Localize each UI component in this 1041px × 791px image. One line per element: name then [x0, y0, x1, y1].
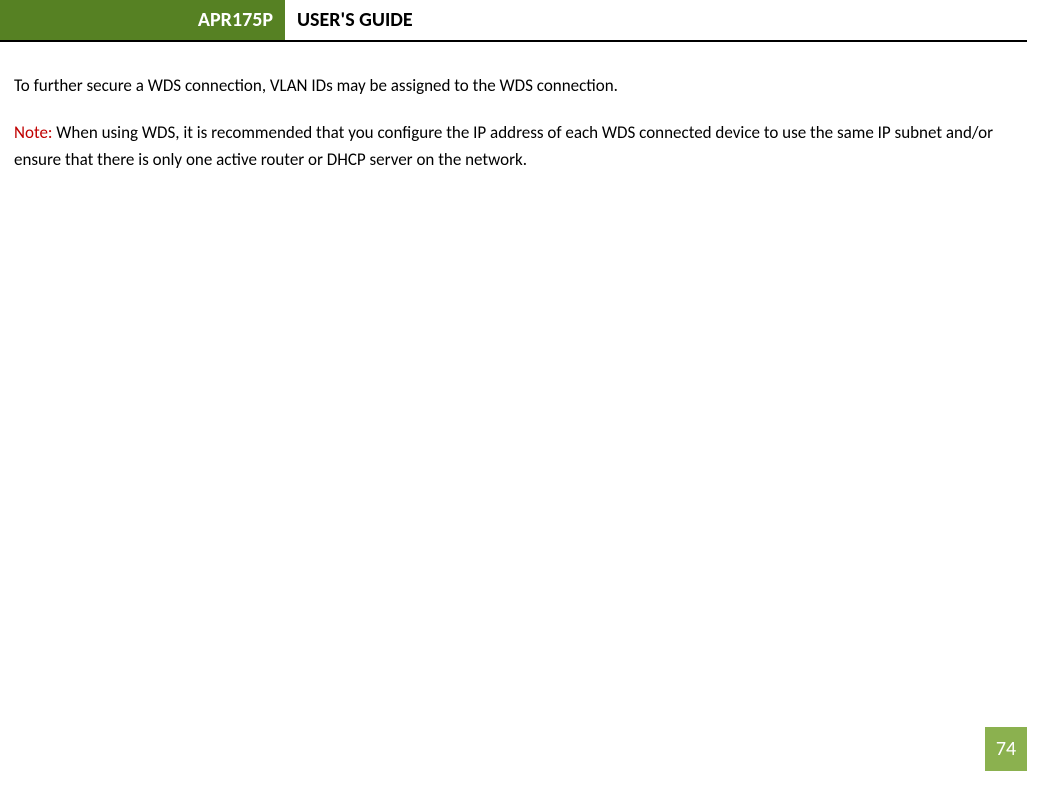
guide-title: USER'S GUIDE [285, 0, 413, 40]
note-text: When using WDS, it is recommended that y… [14, 122, 993, 170]
guide-title-text: USER'S GUIDE [297, 8, 413, 32]
paragraph-note: Note: When using WDS, it is recommended … [14, 119, 1027, 173]
note-label: Note: [14, 122, 52, 143]
page-header: APR175P USER'S GUIDE [0, 0, 1027, 42]
page-number: 74 [996, 737, 1016, 761]
page-number-box: 74 [985, 727, 1027, 771]
model-box: APR175P [0, 0, 285, 40]
body-content: To further secure a WDS connection, VLAN… [0, 42, 1041, 174]
paragraph-1: To further secure a WDS connection, VLAN… [14, 72, 1027, 99]
model-number: APR175P [198, 8, 273, 32]
